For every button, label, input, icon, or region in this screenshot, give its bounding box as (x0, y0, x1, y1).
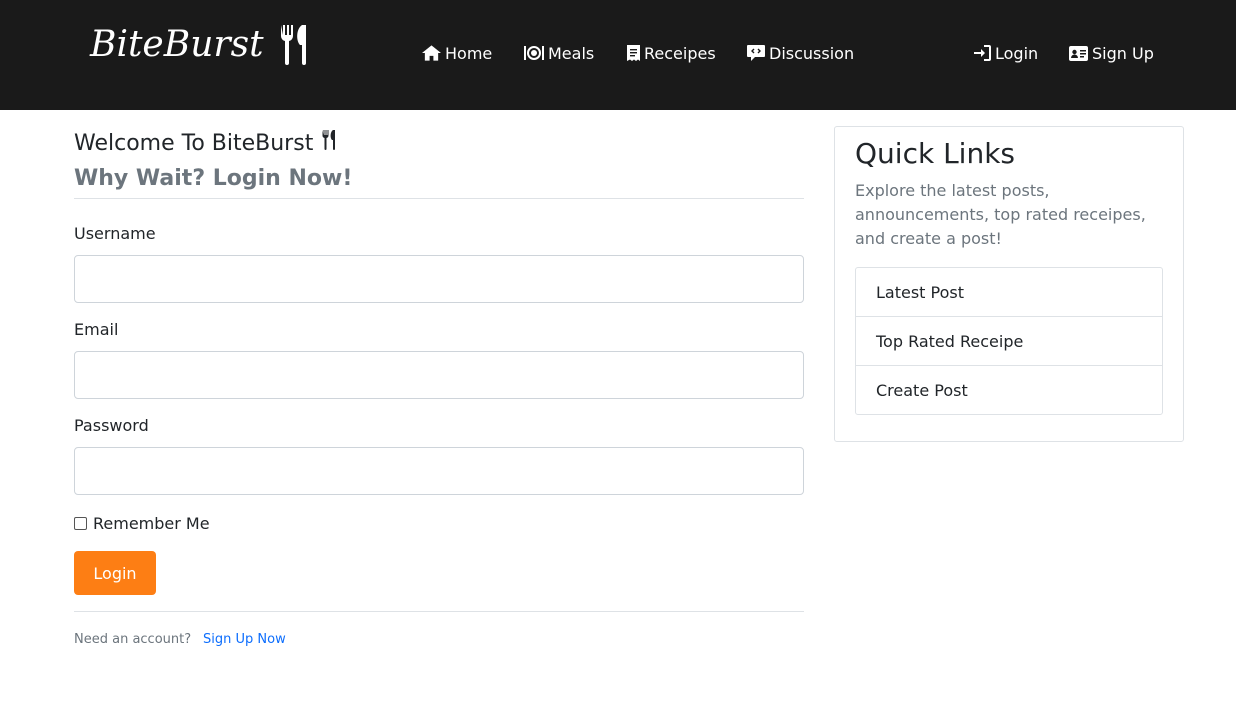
nav-meals[interactable]: Meals (524, 40, 594, 66)
password-label: Password (74, 416, 149, 435)
nav-meals-label: Meals (548, 43, 595, 63)
home-icon (422, 45, 441, 61)
receipt-icon (627, 45, 640, 61)
nav-receipes[interactable]: Receipes (627, 40, 716, 66)
nav-login-label: Login (995, 43, 1039, 63)
remember-checkbox[interactable] (74, 517, 87, 530)
divider (74, 611, 804, 612)
remember-me[interactable]: Remember Me (74, 514, 210, 533)
nav-discussion[interactable]: Discussion (747, 40, 854, 66)
quick-links-card: Quick Links Explore the latest posts, an… (834, 126, 1184, 442)
nav-login[interactable]: Login (974, 40, 1038, 66)
utensils-icon (321, 130, 339, 156)
comment-icon (747, 45, 765, 61)
password-input[interactable] (75, 448, 803, 494)
password-field[interactable] (74, 447, 804, 495)
username-field[interactable] (74, 255, 804, 303)
welcome-heading: Welcome To BiteBurst (74, 130, 339, 156)
quick-links-description: Explore the latest posts, announcements,… (855, 181, 1146, 248)
quick-link-create-post[interactable]: Create Post (856, 366, 1162, 414)
id-card-icon (1069, 45, 1088, 61)
quick-links-list: Latest Post Top Rated Receipe Create Pos… (855, 267, 1163, 415)
plate-icon (524, 45, 544, 61)
nav-signup[interactable]: Sign Up (1069, 40, 1154, 66)
username-label: Username (74, 224, 156, 243)
brand-name: BiteBurst (90, 24, 264, 65)
brand-logo[interactable]: BiteBurst (90, 20, 314, 70)
quick-links-title: Quick Links (855, 137, 1016, 170)
utensils-icon (278, 25, 314, 65)
email-label: Email (74, 320, 119, 339)
need-account-text: Need an account? (74, 632, 192, 647)
signup-link[interactable]: Sign Up Now (203, 632, 286, 647)
quick-link-top-rated-receipe[interactable]: Top Rated Receipe (856, 317, 1162, 366)
nav-discussion-label: Discussion (769, 43, 855, 63)
welcome-text: Welcome To BiteBurst (74, 130, 314, 156)
nav-home-label: Home (445, 43, 493, 63)
login-icon (974, 45, 991, 61)
divider (74, 198, 804, 199)
remember-label: Remember Me (93, 514, 210, 533)
login-button[interactable]: Login (74, 551, 156, 595)
nav-receipes-label: Receipes (644, 43, 716, 63)
username-input[interactable] (75, 256, 803, 302)
quick-link-latest-post[interactable]: Latest Post (856, 268, 1162, 317)
page-subheading: Why Wait? Login Now! (74, 166, 353, 191)
nav-home[interactable]: Home (422, 40, 492, 66)
navbar: BiteBurst Home Meals Receipes Discussion… (0, 0, 1236, 110)
nav-signup-label: Sign Up (1092, 43, 1154, 63)
email-field[interactable] (74, 351, 804, 399)
email-input[interactable] (75, 352, 803, 398)
